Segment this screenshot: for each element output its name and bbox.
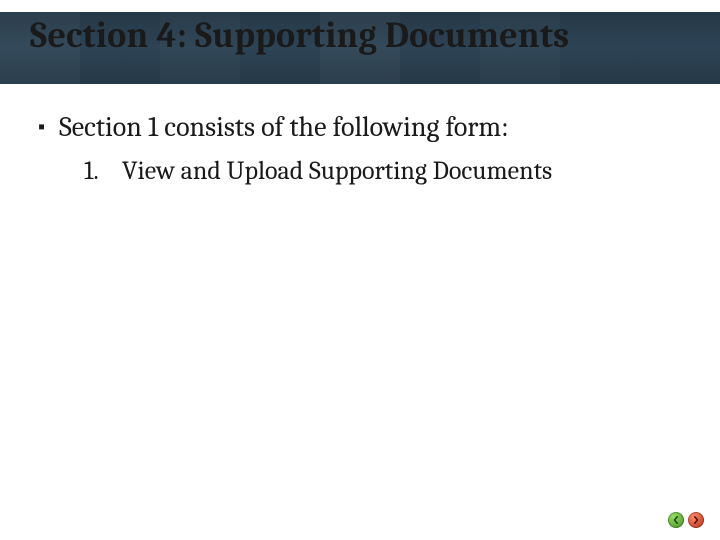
bullet-item: ▪ Section 1 consists of the following fo… bbox=[38, 110, 682, 145]
slide-body: ▪ Section 1 consists of the following fo… bbox=[38, 110, 682, 189]
bullet-text: Section 1 consists of the following form… bbox=[59, 110, 509, 145]
slide: Section 4: Supporting Documents ▪ Sectio… bbox=[0, 0, 720, 540]
nav-controls bbox=[668, 512, 704, 528]
list-item: 1. View and Upload Supporting Documents bbox=[84, 155, 682, 189]
square-bullet-icon: ▪ bbox=[38, 110, 45, 144]
prev-slide-button[interactable] bbox=[668, 512, 684, 528]
list-item-text: View and Upload Supporting Documents bbox=[122, 155, 552, 189]
list-item-number: 1. bbox=[84, 155, 106, 189]
next-slide-button[interactable] bbox=[688, 512, 704, 528]
slide-title: Section 4: Supporting Documents bbox=[30, 16, 690, 56]
chevron-right-icon bbox=[692, 516, 700, 524]
chevron-left-icon bbox=[672, 516, 680, 524]
